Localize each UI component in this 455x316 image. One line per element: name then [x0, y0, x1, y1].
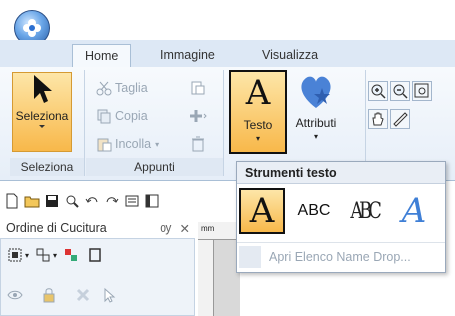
zoom-out-icon [393, 84, 408, 99]
text-tool-abc[interactable]: ABC [291, 188, 337, 234]
name-drop-icon [239, 246, 261, 268]
hand-icon [372, 112, 384, 126]
zoom-fit-icon [414, 83, 429, 98]
testo-label: Testo [243, 118, 273, 132]
open-name-drop-label: Apri Elenco Name Drop... [269, 250, 411, 264]
text-tool-a[interactable]: A [239, 188, 285, 234]
group-view-tools [368, 81, 455, 151]
paste-special-icon[interactable] [190, 80, 206, 96]
zoom-out-button[interactable] [390, 81, 410, 101]
text-tool-abc-label: ABC [297, 202, 331, 219]
cut-label: Taglia [115, 81, 148, 95]
zoom-fit-button[interactable] [412, 81, 432, 101]
attributi-button[interactable]: Attributi ▾ [288, 70, 344, 154]
tab-visualizza[interactable]: Visualizza [250, 44, 330, 68]
flower-logo-icon [23, 19, 41, 37]
delete-icon[interactable] [75, 287, 91, 303]
redo-icon[interactable] [104, 193, 120, 209]
ruler-left [198, 240, 214, 316]
open-folder-icon[interactable] [24, 193, 40, 209]
panel-title: Ordine di Cucitura [6, 221, 107, 235]
lock-icon[interactable] [41, 287, 57, 303]
tab-home[interactable]: Home [72, 44, 132, 68]
text-tool-script-label: A [401, 191, 427, 231]
text-tool-monogram[interactable]: ABC [341, 188, 387, 234]
text-tool-monogram-label: ABC [350, 198, 381, 224]
seleziona-label: Seleziona [15, 109, 69, 123]
copy-button[interactable]: Copia [96, 108, 148, 124]
ruler-icon [393, 112, 408, 127]
panel-toolbar-row-1: ▾ ▾ [7, 247, 103, 263]
paste-icon [97, 138, 112, 152]
ribbon-tabbar: Home Immagine Visualizza [0, 40, 455, 68]
ruler-unit: mm [201, 224, 215, 233]
group-label-seleziona: Seleziona [10, 158, 84, 176]
pointer-icon[interactable] [101, 287, 117, 303]
paste-label: Incolla [115, 137, 152, 151]
dropdown-arrow-icon[interactable]: ▾ [25, 251, 29, 260]
heart-star-icon [301, 76, 331, 108]
trash-icon[interactable] [190, 136, 206, 152]
group-seleziona: Seleziona Seleziona [10, 70, 85, 176]
zoom-in-icon [371, 84, 386, 99]
attributi-label: Attributi [295, 116, 337, 130]
close-icon[interactable]: ✕ [180, 221, 190, 236]
tab-immagine[interactable]: Immagine [148, 44, 227, 68]
quick-access-toolbar [0, 190, 240, 212]
zoom-in-button[interactable] [368, 81, 388, 101]
group-appunti: Taglia Copia Incolla ▾ Appunti [86, 70, 224, 176]
dropdown-arrow-icon: ▾ [255, 134, 260, 143]
pan-button[interactable] [368, 109, 388, 129]
scissors-icon [96, 81, 112, 96]
cut-button[interactable]: Taglia [96, 80, 148, 96]
copy-icon [97, 109, 111, 124]
save-icon[interactable] [44, 193, 60, 209]
stitch-order-panel: ▾ ▾ [0, 238, 195, 316]
color-sort-icon[interactable] [63, 247, 79, 263]
group-icon[interactable] [35, 247, 51, 263]
dropdown-arrow-icon: ▾ [155, 139, 160, 149]
new-file-icon[interactable] [4, 193, 20, 209]
eye-icon[interactable] [7, 287, 23, 303]
group-label-appunti: Appunti [86, 158, 223, 176]
seleziona-button[interactable]: Seleziona [12, 72, 72, 152]
zoom-icon[interactable] [64, 193, 80, 209]
duplicate-icon[interactable] [188, 108, 208, 124]
properties-icon[interactable] [124, 193, 140, 209]
copy-label: Copia [115, 109, 148, 123]
stitch-order-panel-header: Ordine di Cucitura ѹ ✕ [4, 218, 192, 238]
text-a-icon: A [245, 73, 271, 113]
paste-button[interactable]: Incolla ▾ [96, 136, 159, 152]
dropdown-arrow-icon [39, 125, 45, 128]
undo-icon[interactable] [84, 193, 100, 209]
panel-toggle-icon[interactable] [144, 193, 160, 209]
text-tool-a-label: A [249, 191, 275, 231]
open-name-drop-button[interactable]: Apri Elenco Name Drop... [239, 244, 443, 270]
dropdown-items: A ABC ABC A [237, 186, 445, 236]
pin-icon[interactable]: ѹ [160, 221, 171, 236]
text-tool-script[interactable]: A [391, 188, 437, 234]
measure-button[interactable] [390, 109, 410, 129]
frame-icon[interactable] [87, 247, 103, 263]
panel-toolbar-row-2 [7, 287, 117, 303]
ruler-top: mm [198, 222, 238, 240]
testo-button[interactable]: A Testo ▾ [229, 70, 287, 154]
text-tools-dropdown: Strumenti testo A ABC ABC A Apri Elenco … [236, 161, 446, 273]
dropdown-separator [237, 242, 445, 243]
dropdown-arrow-icon[interactable]: ▾ [53, 251, 57, 260]
select-all-icon[interactable] [7, 247, 23, 263]
dropdown-title: Strumenti testo [237, 162, 445, 184]
cursor-arrow-icon [34, 75, 52, 103]
dropdown-arrow-icon: ▾ [313, 132, 318, 141]
